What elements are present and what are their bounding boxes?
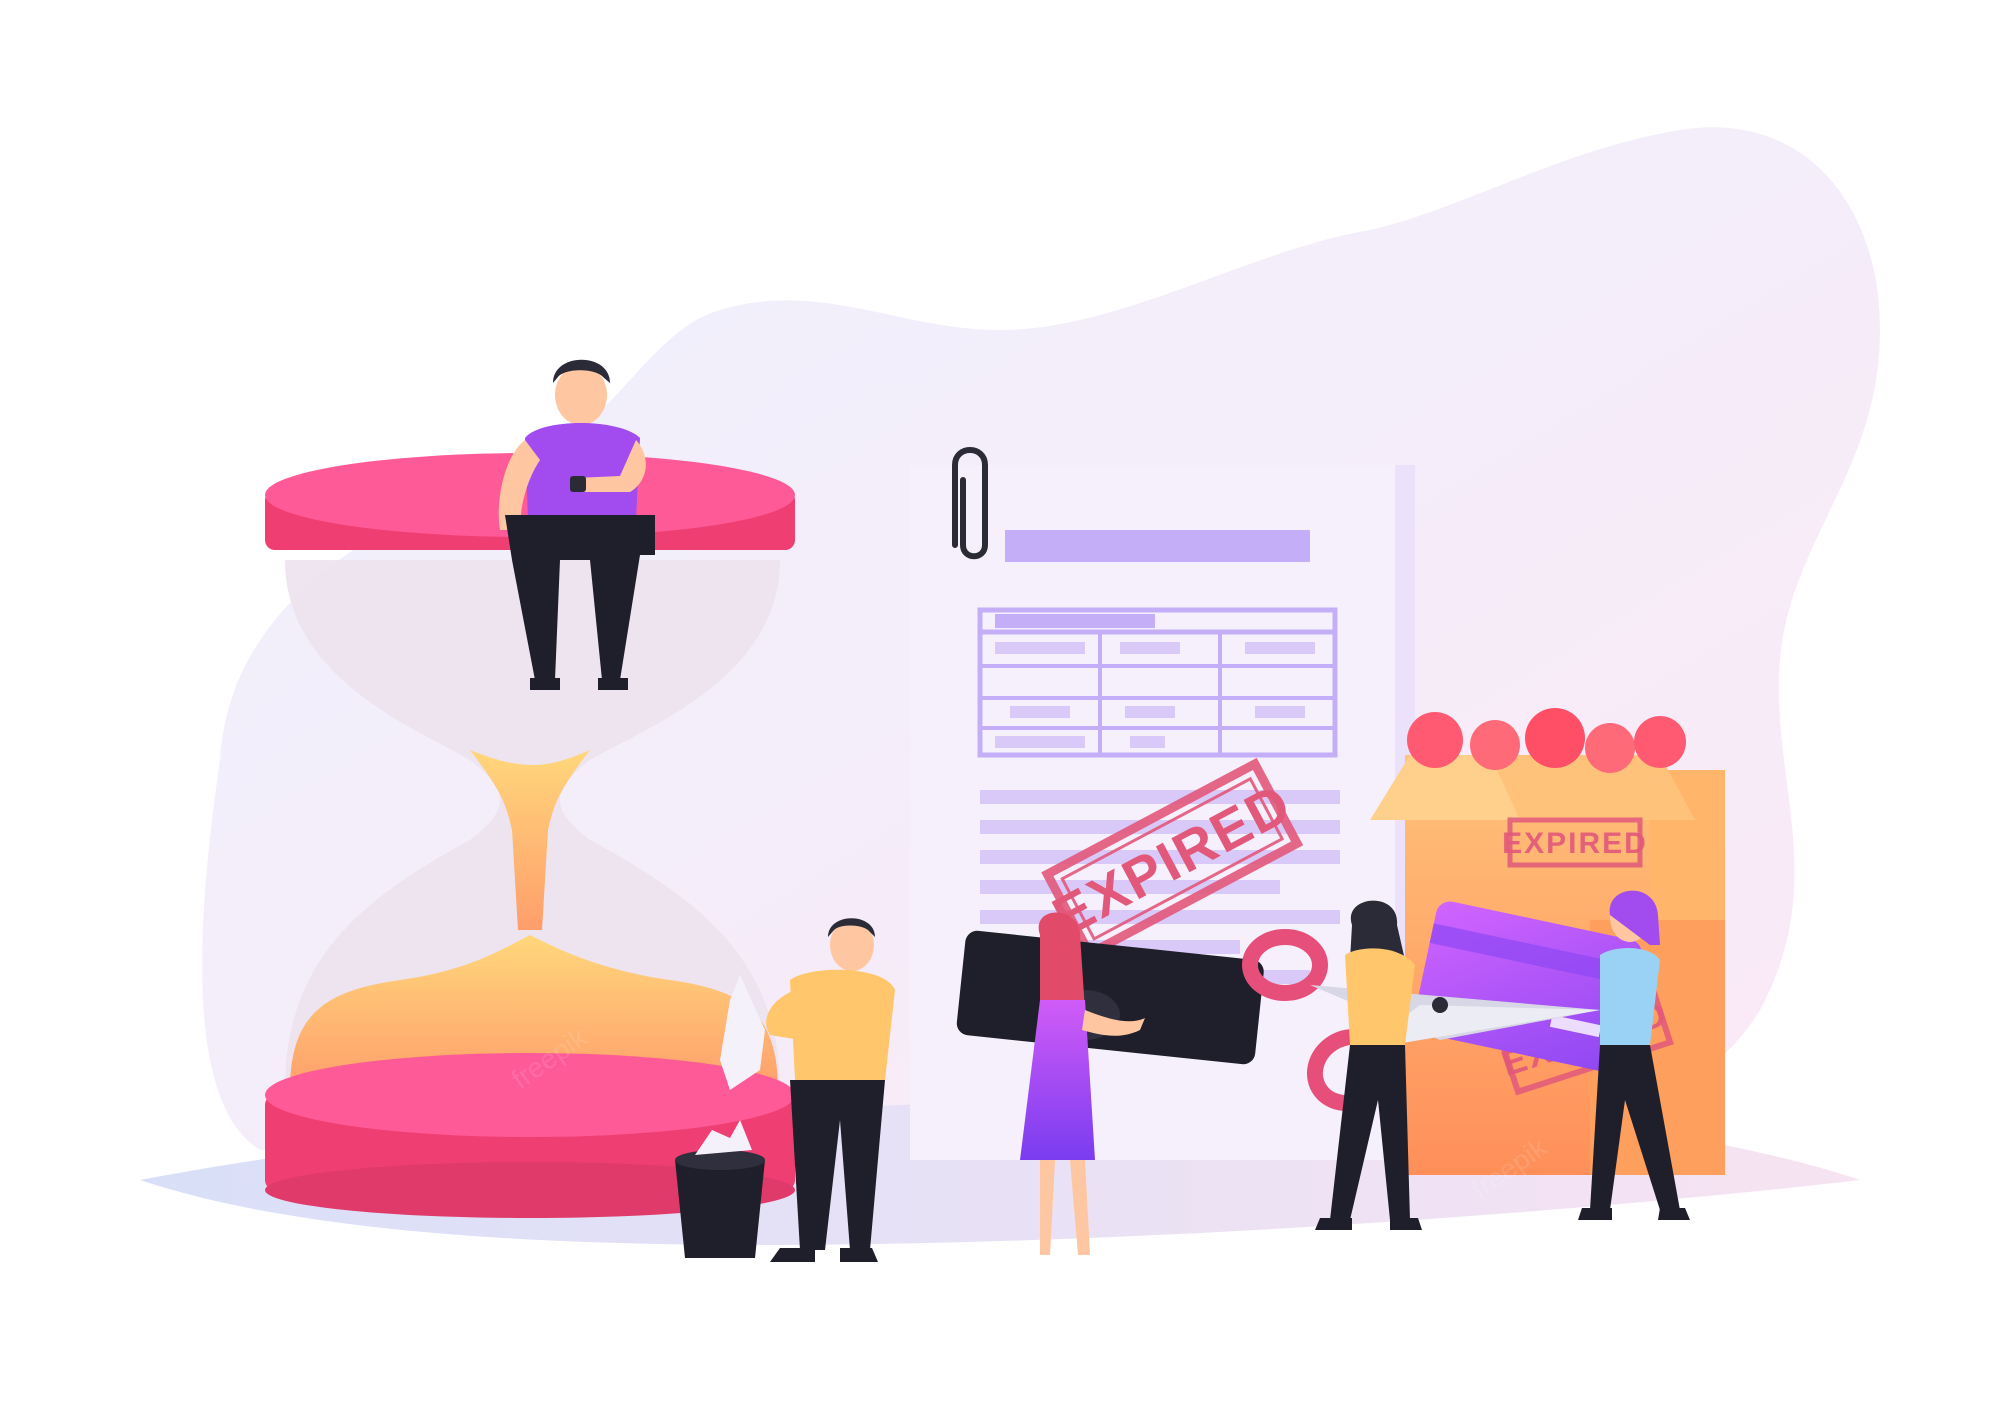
box-top-stamp-text: EXPIRED: [1502, 827, 1648, 860]
scene-svg: EXPIRED EXPIRED freepik freepik: [140, 127, 1880, 1262]
box-top-expired-stamp: EXPIRED: [1502, 817, 1648, 868]
illustration-scene: EXPIRED EXPIRED freepik freepik: [0, 0, 2000, 1420]
